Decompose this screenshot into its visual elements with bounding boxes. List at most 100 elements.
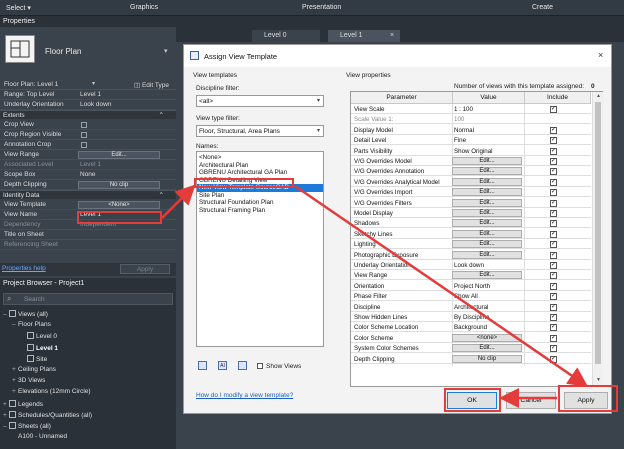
tab-level-0[interactable]: Level 0 — [252, 30, 320, 42]
apply-button[interactable]: Apply — [120, 264, 170, 274]
parameter-value[interactable]: 1 : 100 — [454, 105, 522, 114]
search-input[interactable]: Search — [24, 296, 45, 303]
include-checkbox[interactable]: ✓ — [550, 324, 557, 332]
include-checkbox[interactable]: ✓ — [550, 137, 557, 145]
include-checkbox[interactable]: ✓ — [550, 293, 557, 301]
parameter-edit-button[interactable]: Edit... — [452, 188, 522, 197]
include-checkbox[interactable]: ✓ — [550, 345, 557, 353]
parameter-value[interactable]: Normal — [454, 126, 522, 135]
show-views-checkbox[interactable] — [257, 363, 263, 369]
collapse-icon[interactable]: ⌃ — [159, 191, 164, 200]
template-list-item[interactable]: GBRENU Architectural GA Plan — [199, 169, 287, 177]
property-section-header[interactable]: Identity Data ⌃ — [0, 190, 176, 199]
tree-item[interactable]: + Ceiling Plans — [12, 366, 56, 373]
parameter-value[interactable]: Look down — [454, 261, 522, 270]
include-checkbox[interactable]: ✓ — [550, 147, 557, 155]
tree-item[interactable]: + Elevations (12mm Circle) — [12, 388, 91, 395]
parameter-value[interactable]: Show Original — [454, 147, 522, 156]
parameter-value[interactable]: Background — [454, 323, 522, 332]
parameter-edit-button[interactable]: Edit... — [452, 167, 522, 176]
select-menu[interactable]: Select ▾ — [6, 4, 31, 12]
tree-item[interactable]: + Schedules/Quantities (all) — [3, 410, 92, 419]
parameter-value[interactable]: Show All — [454, 292, 522, 301]
include-checkbox[interactable]: ✓ — [550, 262, 557, 269]
template-list-item[interactable]: Site Plan — [199, 192, 224, 200]
rename-icon[interactable]: AI — [218, 361, 227, 370]
property-checkbox[interactable] — [81, 132, 87, 138]
template-list-item[interactable]: Structural Framing Plan — [199, 207, 265, 215]
tree-item[interactable]: Level 1 — [21, 343, 58, 352]
parameter-edit-button[interactable]: <none> — [452, 333, 522, 342]
property-value[interactable]: Level 1 — [80, 90, 101, 100]
tree-item[interactable]: A100 - Unnamed — [12, 433, 67, 440]
include-checkbox[interactable]: ✓ — [550, 158, 557, 165]
parameter-value[interactable]: Fine — [454, 136, 522, 145]
duplicate-icon[interactable] — [198, 361, 207, 370]
scroll-up-icon[interactable]: ▲ — [596, 93, 601, 99]
include-checkbox[interactable]: ✓ — [550, 210, 557, 217]
chevron-down-icon[interactable]: ▾ — [164, 47, 168, 55]
tree-item[interactable]: Site — [21, 354, 47, 363]
parameter-edit-button[interactable]: Edit... — [452, 271, 522, 280]
include-checkbox[interactable]: ✓ — [550, 272, 557, 280]
type-selector[interactable]: Floor Plan ▾ — [0, 27, 176, 79]
tab-level-1[interactable]: Level 1 × — [328, 30, 400, 42]
include-checkbox[interactable]: ✓ — [550, 189, 557, 197]
close-icon[interactable]: × — [598, 50, 603, 60]
include-checkbox[interactable]: ✓ — [550, 314, 557, 321]
parameter-edit-button[interactable]: Edit... — [452, 177, 522, 186]
template-list-item[interactable]: Structural Foundation Plan — [199, 199, 274, 207]
parameter-value[interactable]: Architectural — [454, 303, 522, 312]
table-scrollbar[interactable]: ▲ ▼ — [592, 92, 603, 386]
tree-item[interactable]: + Legends — [3, 399, 43, 408]
parameter-edit-button[interactable]: Edit... — [452, 229, 522, 238]
parameter-edit-button[interactable]: Edit... — [452, 157, 522, 165]
scroll-down-icon[interactable]: ▼ — [596, 377, 601, 383]
view-type-filter-select[interactable]: Floor, Structural, Area Plans ▾ — [196, 125, 324, 137]
parameter-edit-button[interactable]: Edit... — [452, 219, 522, 228]
browser-search-box[interactable]: ⌕ Search — [3, 293, 173, 305]
include-checkbox[interactable]: ✓ — [550, 303, 557, 311]
tree-item[interactable]: – Sheets (all) — [3, 422, 51, 430]
scrollbar-thumb[interactable] — [595, 102, 601, 364]
include-checkbox[interactable]: ✓ — [550, 106, 557, 113]
include-checkbox[interactable]: ✓ — [550, 355, 557, 363]
include-checkbox[interactable]: ✓ — [550, 126, 557, 134]
help-link[interactable]: How do I modify a view template? — [196, 392, 293, 399]
parameter-edit-button[interactable]: Edit... — [452, 240, 522, 249]
collapse-icon[interactable]: ⌃ — [159, 111, 164, 120]
cancel-button[interactable]: Cancel — [506, 392, 556, 409]
include-checkbox[interactable]: ✓ — [550, 178, 557, 186]
parameter-value[interactable]: 100 — [454, 115, 522, 124]
parameter-edit-button[interactable]: No clip — [452, 354, 522, 363]
template-list-item[interactable]: Architectural Plan — [199, 162, 248, 170]
parameter-edit-button[interactable]: Edit... — [452, 209, 522, 217]
tree-item[interactable]: Level 0 — [21, 332, 57, 340]
property-section-header[interactable]: Extents ⌃ — [0, 110, 176, 119]
include-checkbox[interactable]: ✓ — [550, 168, 557, 176]
close-tab-icon[interactable]: × — [390, 30, 394, 42]
property-value[interactable]: Look down — [80, 100, 111, 110]
property-value[interactable]: None — [80, 170, 96, 180]
include-checkbox[interactable]: ✓ — [550, 241, 557, 249]
include-checkbox[interactable]: ✓ — [550, 334, 557, 342]
tree-item[interactable]: – Views (all) — [3, 310, 48, 318]
properties-help-link[interactable]: Properties help — [2, 265, 46, 272]
tree-item[interactable]: – Floor Plans — [12, 321, 51, 328]
discipline-filter-select[interactable]: <all> ▾ — [196, 95, 324, 107]
parameter-edit-button[interactable]: Edit... — [452, 344, 522, 353]
parameter-edit-button[interactable]: Edit... — [452, 198, 522, 207]
edit-type-button[interactable]: ◫ Edit Type — [134, 81, 169, 89]
property-checkbox[interactable] — [81, 122, 87, 128]
include-checkbox[interactable]: ✓ — [550, 282, 557, 290]
include-checkbox[interactable]: ✓ — [550, 230, 557, 238]
property-checkbox[interactable] — [81, 142, 87, 148]
delete-icon[interactable] — [238, 361, 247, 370]
parameter-value[interactable]: Project North — [454, 282, 522, 291]
tree-item[interactable]: +3D Views — [12, 377, 45, 384]
template-list-item[interactable]: <None> — [199, 154, 221, 162]
parameter-edit-button[interactable]: Edit... — [452, 250, 522, 259]
parameter-value[interactable]: By Discipline — [454, 313, 522, 322]
instance-dropdown-icon[interactable]: ▾ — [92, 80, 95, 87]
include-checkbox[interactable]: ✓ — [550, 199, 557, 207]
